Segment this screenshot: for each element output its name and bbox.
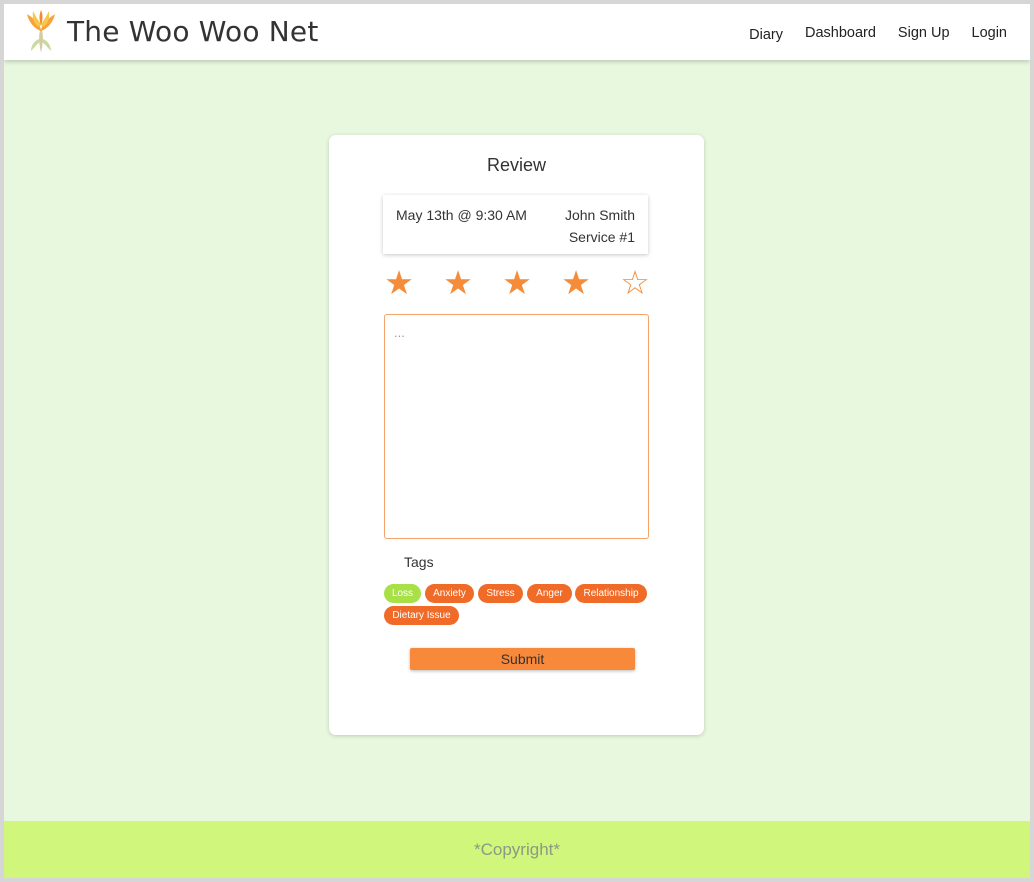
appointment-summary: May 13th @ 9:30 AM John Smith Service #1 [383,195,648,254]
service-name: Service #1 [568,229,635,245]
review-textarea[interactable] [384,314,649,539]
review-card: Review May 13th @ 9:30 AM John Smith Ser… [329,135,704,735]
star-2-icon[interactable]: ★ [442,263,474,303]
main-nav: Diary Dashboard Sign Up Login [749,25,1007,43]
nav-link-login[interactable]: Login [972,25,1007,43]
app-window: The Woo Woo Net Diary Dashboard Sign Up … [4,4,1030,878]
site-title[interactable]: The Woo Woo Net [67,15,319,48]
star-rating: ★ ★ ★ ★ ☆ [383,263,653,303]
tag-anger[interactable]: Anger [527,584,572,603]
footer: *Copyright* [4,821,1030,878]
star-1-icon[interactable]: ★ [383,263,415,303]
tag-relationship[interactable]: Relationship [575,584,647,603]
top-navbar: The Woo Woo Net Diary Dashboard Sign Up … [4,4,1030,60]
tag-loss[interactable]: Loss [384,584,421,603]
star-4-icon[interactable]: ★ [560,263,592,303]
appointment-date-time: May 13th @ 9:30 AM [396,207,527,223]
tag-stress[interactable]: Stress [478,584,523,603]
star-5-icon[interactable]: ☆ [619,263,651,303]
nav-link-diary[interactable]: Diary [749,27,783,43]
tag-anxiety[interactable]: Anxiety [425,584,474,603]
practitioner-name: John Smith [564,207,635,223]
copyright-text: *Copyright* [474,840,560,859]
tag-dietary-issue[interactable]: Dietary Issue [384,606,459,625]
submit-button[interactable]: Submit [410,648,635,670]
tags-label: Tags [404,554,434,570]
nav-link-sign-up[interactable]: Sign Up [898,25,950,43]
phoenix-flame-logo-icon[interactable] [24,9,58,55]
nav-link-dashboard[interactable]: Dashboard [805,25,876,43]
review-title: Review [486,155,547,175]
star-3-icon[interactable]: ★ [501,263,533,303]
